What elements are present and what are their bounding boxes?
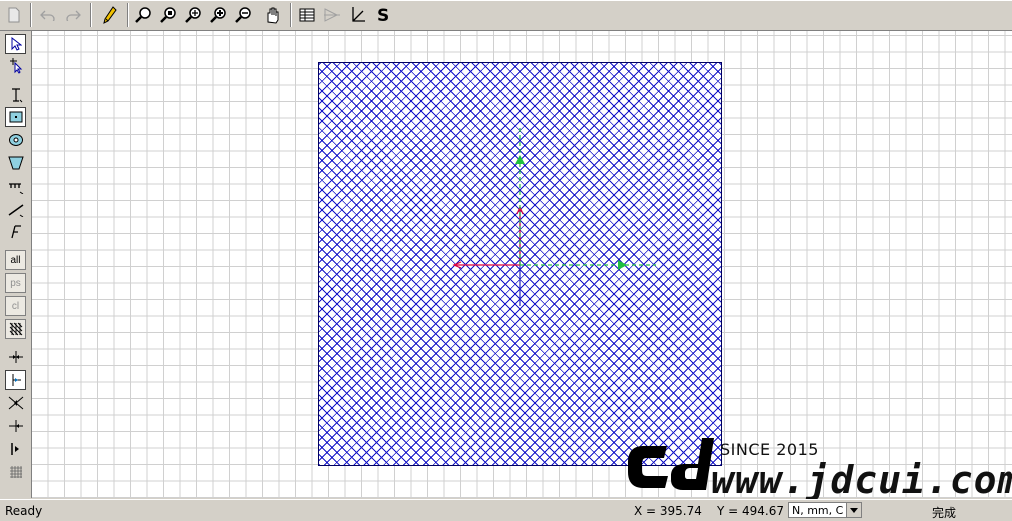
zoom-in-icon[interactable]: [183, 4, 205, 26]
snap-end-icon[interactable]: [5, 370, 26, 390]
circle-tool-icon[interactable]: [5, 130, 26, 150]
status-done: 完成: [932, 506, 957, 520]
coordinate-icon[interactable]: [346, 4, 368, 26]
snap-mid-icon[interactable]: [5, 347, 26, 367]
line-tool-icon[interactable]: [5, 200, 26, 220]
watermark-logo: SINCE 2015 www.jdcui.com: [625, 436, 1012, 500]
tool-view-icon[interactable]: [321, 4, 343, 26]
watermark-url-text: www.jdcui.com: [711, 458, 1012, 502]
new-icon[interactable]: [3, 4, 25, 26]
redo-icon[interactable]: [62, 4, 84, 26]
pencil-icon[interactable]: [99, 4, 121, 26]
units-value: N, mm, C: [792, 504, 844, 517]
dimension-tool-icon[interactable]: [5, 177, 26, 197]
watermark-since-text: SINCE 2015: [720, 440, 819, 459]
grid-snap-icon[interactable]: [5, 462, 26, 482]
zoom-out-icon[interactable]: [233, 4, 255, 26]
zoom-in-alt-icon[interactable]: [208, 4, 230, 26]
ps-icon[interactable]: ps: [5, 273, 26, 293]
toolbar-separator: [30, 3, 32, 27]
status-ready: Ready: [5, 504, 43, 518]
status-bar: Ready X = 395.74 Y = 494.67 N, mm, C 完成: [0, 499, 1012, 521]
select-arrow-icon[interactable]: [5, 34, 26, 54]
cl-label: cl: [11, 300, 20, 312]
all-icon[interactable]: all: [5, 250, 26, 270]
toolbar-separator: [290, 3, 292, 27]
status-y-coordinate: Y = 494.67: [717, 504, 785, 518]
tool-sidebar: all ps cl: [0, 31, 32, 498]
polygon-tool-icon[interactable]: [5, 153, 26, 173]
toolbar-separator: [90, 3, 92, 27]
table-icon[interactable]: [296, 4, 318, 26]
hatch-icon[interactable]: [5, 319, 26, 339]
pan-hand-icon[interactable]: [262, 4, 284, 26]
coordinate-axes: [452, 126, 656, 306]
align-edge-icon[interactable]: [5, 439, 26, 459]
cd-logo-icon: [628, 438, 714, 490]
cl-icon[interactable]: cl: [5, 296, 26, 316]
main-toolbar: S: [0, 0, 1012, 31]
toolbar-separator: [127, 3, 129, 27]
rectangle-tool-icon[interactable]: [5, 107, 26, 127]
select-node-icon[interactable]: [5, 56, 26, 76]
svg-text:S: S: [377, 6, 389, 24]
chevron-down-icon[interactable]: [846, 503, 861, 517]
align-left-icon[interactable]: [5, 416, 26, 436]
f-tool-icon[interactable]: [5, 222, 26, 242]
mirror-icon[interactable]: [5, 393, 26, 413]
units-select[interactable]: N, mm, C: [788, 502, 862, 518]
ps-label: ps: [10, 277, 21, 289]
global-x-arrow: [618, 260, 627, 270]
s-icon[interactable]: S: [372, 4, 394, 26]
status-x-coordinate: X = 395.74: [634, 504, 702, 518]
zoom-window-icon[interactable]: [158, 4, 180, 26]
global-y-arrow: [515, 155, 525, 164]
drawing-canvas[interactable]: [32, 31, 1012, 498]
all-label: all: [10, 254, 21, 266]
undo-icon[interactable]: [37, 4, 59, 26]
text-tool-icon[interactable]: [5, 85, 26, 105]
zoom-icon[interactable]: [133, 4, 155, 26]
